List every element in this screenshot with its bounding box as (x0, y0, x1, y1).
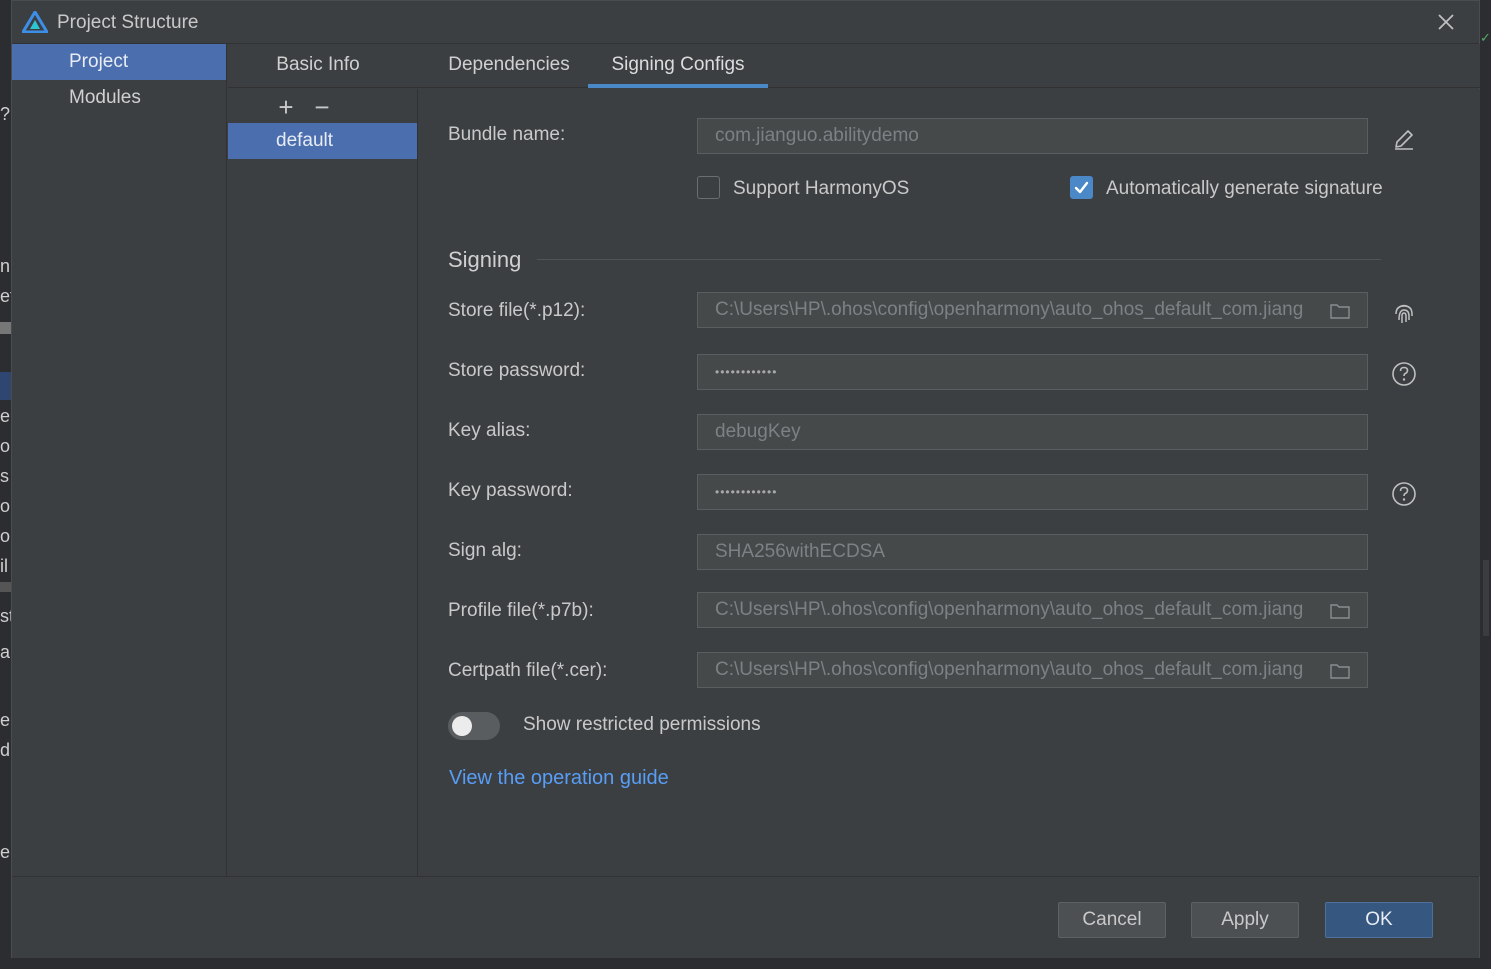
add-config-button[interactable]: + (274, 92, 298, 122)
profile-file-field[interactable]: C:\Users\HP\.ohos\config\openharmony\aut… (697, 592, 1368, 628)
tab-basic-info[interactable]: Basic Info (258, 44, 378, 88)
background-text: e (0, 842, 11, 862)
apply-button[interactable]: Apply (1191, 902, 1299, 938)
background-selection (0, 372, 11, 400)
support-harmonyos-label: Support HarmonyOS (733, 178, 910, 199)
store-password-label: Store password: (448, 360, 586, 381)
tab-signing-configs[interactable]: Signing Configs (588, 44, 768, 88)
background-text: e (0, 406, 11, 426)
background-text: o (0, 436, 11, 456)
background-text: et (0, 286, 11, 306)
operation-guide-link[interactable]: View the operation guide (449, 767, 669, 790)
certpath-file-label: Certpath file(*.cer): (448, 660, 608, 681)
nav-item-project[interactable]: Project (12, 44, 226, 80)
restricted-permissions-label: Show restricted permissions (523, 714, 761, 735)
dialog-title: Project Structure (57, 12, 199, 33)
config-item-default[interactable]: default (228, 123, 417, 159)
bundle-name-field[interactable]: com.jianguo.abilitydemo (697, 118, 1368, 154)
auto-sign-label: Automatically generate signature (1106, 178, 1383, 199)
key-password-label: Key password: (448, 480, 573, 501)
profile-file-value: C:\Users\HP\.ohos\config\openharmony\aut… (715, 599, 1304, 620)
key-alias-label: Key alias: (448, 420, 531, 441)
close-icon (1438, 14, 1454, 30)
bundle-name-label: Bundle name: (448, 124, 566, 145)
signing-config-form: Bundle name: com.jianguo.abilitydemo Sup… (418, 89, 1480, 876)
sign-alg-label: Sign alg: (448, 540, 522, 561)
background-text: s (0, 466, 9, 486)
background-text: e (0, 710, 11, 730)
checkmark-icon: ✓ (1480, 30, 1491, 45)
support-harmonyos-checkbox[interactable] (697, 176, 720, 199)
certpath-file-field[interactable]: C:\Users\HP\.ohos\config\openharmony\aut… (697, 652, 1368, 688)
store-file-field[interactable]: C:\Users\HP\.ohos\config\openharmony\aut… (697, 292, 1368, 328)
fingerprint-icon[interactable] (1391, 300, 1417, 326)
toggle-knob (452, 716, 472, 736)
key-password-field[interactable]: •••••••••••• (697, 474, 1368, 510)
tab-bar: Basic Info Dependencies Signing Configs (228, 44, 1480, 88)
background-text: ? (0, 104, 11, 124)
restricted-permissions-toggle[interactable] (448, 712, 500, 740)
cancel-button[interactable]: Cancel (1058, 902, 1166, 938)
background-scroll-marker (0, 322, 11, 334)
dialog-titlebar: Project Structure (12, 1, 1479, 44)
background-scroll-marker (0, 582, 11, 592)
sign-alg-field[interactable]: SHA256withECDSA (697, 534, 1368, 570)
pencil-edit-icon[interactable] (1391, 126, 1417, 152)
signing-section-title: Signing (448, 247, 522, 272)
background-text: n (0, 256, 11, 276)
folder-icon[interactable] (1329, 662, 1351, 680)
project-structure-dialog: Project Structure Project Modules Basic … (11, 0, 1480, 958)
store-file-label: Store file(*.p12): (448, 300, 586, 321)
question-circle-icon[interactable] (1391, 361, 1417, 387)
folder-icon[interactable] (1329, 602, 1351, 620)
background-text: st (0, 606, 11, 626)
ok-button[interactable]: OK (1325, 902, 1433, 938)
background-text: a (0, 642, 11, 662)
signing-config-list: + − default (228, 89, 418, 876)
deveco-logo-icon (22, 11, 48, 33)
remove-config-button[interactable]: − (310, 92, 334, 122)
section-divider (537, 259, 1381, 260)
background-scrollbar (1483, 560, 1489, 636)
close-button[interactable] (1434, 10, 1458, 34)
question-circle-icon[interactable] (1391, 481, 1417, 507)
tab-dependencies[interactable]: Dependencies (428, 44, 590, 88)
store-file-value: C:\Users\HP\.ohos\config\openharmony\aut… (715, 299, 1304, 320)
background-text: or (0, 526, 11, 546)
background-ide-right-strip: ✓ (1480, 0, 1491, 969)
checkmark-icon (1074, 181, 1089, 194)
left-navigation: Project Modules (12, 44, 227, 876)
store-password-field[interactable]: •••••••••••• (697, 354, 1368, 390)
background-ide-bottom-strip (0, 958, 1491, 969)
background-text: d (0, 740, 11, 760)
key-alias-field[interactable]: debugKey (697, 414, 1368, 450)
background-text: or (0, 496, 11, 516)
background-ide-strip: ? n et e o s or or il st a e d e (0, 0, 11, 969)
background-text: il (0, 556, 8, 576)
certpath-file-value: C:\Users\HP\.ohos\config\openharmony\aut… (715, 659, 1304, 680)
folder-icon[interactable] (1329, 302, 1351, 320)
nav-item-modules[interactable]: Modules (12, 80, 226, 116)
dialog-footer: Cancel Apply OK (12, 876, 1479, 958)
auto-sign-checkbox[interactable] (1070, 176, 1093, 199)
profile-file-label: Profile file(*.p7b): (448, 600, 594, 621)
